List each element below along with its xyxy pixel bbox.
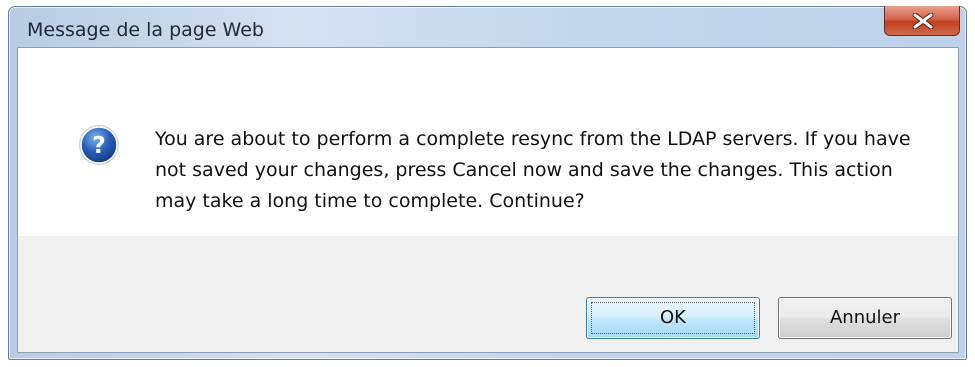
- message-area: ? You are about to perform a complete re…: [18, 48, 958, 236]
- dialog-body: ? You are about to perform a complete re…: [17, 47, 959, 353]
- message-dialog: Message de la page Web ? You are about t…: [8, 6, 967, 360]
- question-icon: ?: [79, 125, 119, 165]
- dialog-title: Message de la page Web: [27, 19, 264, 41]
- cancel-button-label: Annuler: [829, 307, 900, 328]
- dialog-titlebar[interactable]: Message de la page Web: [9, 6, 966, 47]
- dialog-message: You are about to perform a complete resy…: [155, 128, 911, 212]
- close-button[interactable]: [884, 6, 960, 36]
- ok-button-label: OK: [660, 307, 686, 328]
- svg-text:?: ?: [92, 133, 105, 159]
- dialog-button-bar: OK Annuler: [18, 236, 958, 352]
- close-icon: [912, 13, 934, 29]
- cancel-button[interactable]: Annuler: [778, 297, 952, 339]
- ok-button[interactable]: OK: [586, 297, 760, 339]
